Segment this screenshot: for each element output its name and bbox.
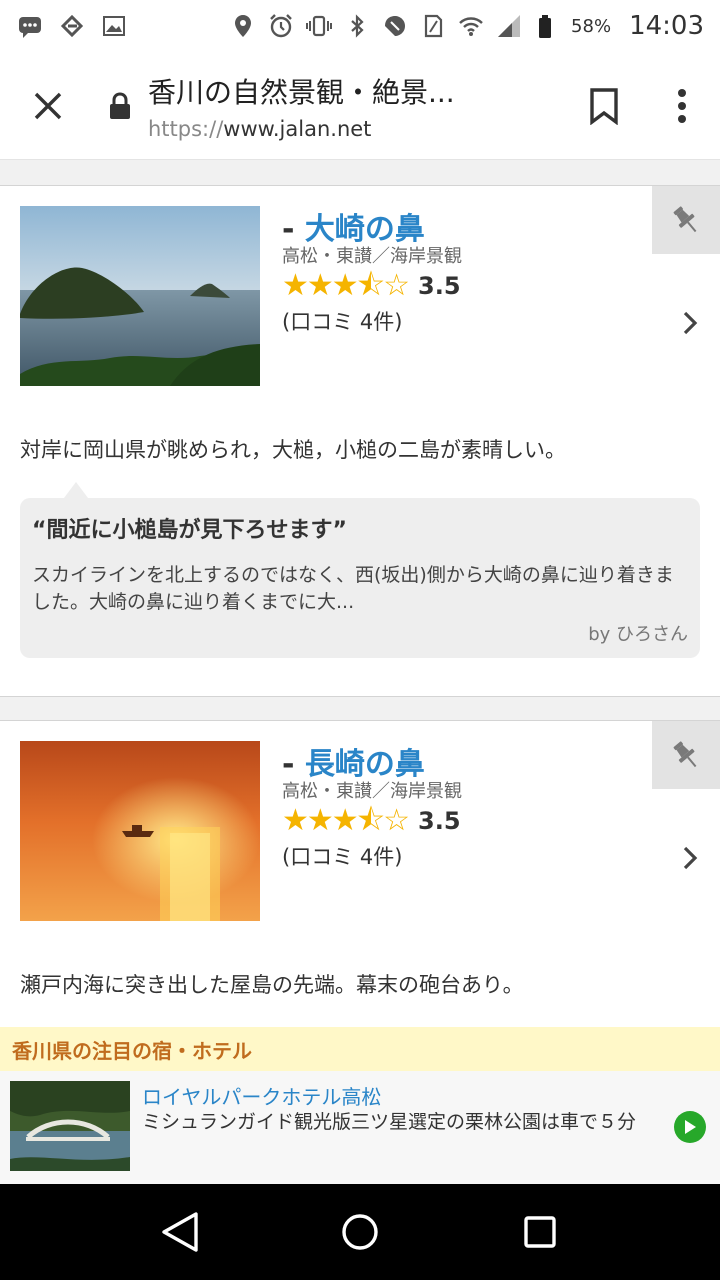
lock-icon[interactable] [92,91,148,121]
bluetooth-icon [343,12,371,40]
alarm-icon [267,12,295,40]
nfc-icon [381,12,409,40]
close-tab-button[interactable] [0,52,96,160]
close-icon [34,92,62,119]
bookmark-button[interactable] [564,52,644,160]
recents-button[interactable] [510,1202,570,1262]
rating: ★★★⯪☆ 3.5 [282,270,461,302]
spot-photo[interactable] [20,206,260,386]
spot-description: 瀬戸内海に突き出した屋島の先端。幕末の砲台あり。 [20,973,524,997]
chevron-right-icon[interactable] [678,308,702,338]
review-body: スカイラインを北上するのではなく、西(坂出)側から大崎の鼻に辿り着きました。大崎… [32,564,674,613]
play-arrow-icon[interactable] [674,1111,706,1143]
url-host: www.jalan.net [223,116,372,141]
rating: ★★★⯪☆ 3.5 [282,805,461,837]
spot-photo[interactable] [20,741,260,921]
back-triangle-icon [162,1212,198,1252]
battery-percent: 58% [571,15,612,37]
rating-score: 3.5 [418,807,461,835]
pushpin-icon [673,741,697,768]
pushpin-icon [673,206,697,233]
wifi-icon [457,12,485,40]
review-count-link[interactable]: (口コミ 4件) [282,841,402,871]
more-vertical-icon [678,88,686,123]
system-nav-bar [0,1184,720,1280]
speech-bubble-tail [64,482,88,498]
clock: 14:03 [629,11,704,41]
status-bar: 58% 14:03 [0,0,720,52]
hotel-name-link[interactable]: ロイヤルパークホテル高松 [142,1081,381,1110]
location-icon [229,12,257,40]
overflow-menu-button[interactable] [644,52,720,160]
review-author: by ひろさん [588,624,688,645]
bookmark-icon [590,87,618,125]
chevron-right-icon[interactable] [678,843,702,873]
sim-icon [419,12,447,40]
rating-score: 3.5 [418,272,461,300]
ad-header: 香川県の注目の宿・ホテル [0,1027,720,1071]
recents-square-icon [524,1216,556,1248]
page-url: https://www.jalan.net [148,117,564,141]
pin-button[interactable] [652,721,720,789]
signal-icon [495,12,523,40]
review-snippet[interactable]: “間近に小槌島が見下ろせます” スカイラインを北上するのではなく、西(坂出)側か… [20,482,700,658]
battery-icon [533,12,561,40]
vibrate-icon [305,12,333,40]
edge-icon [58,12,86,40]
hotel-ad-text: ミシュランガイド観光版三ツ星選定の栗林公園は車で５分 [142,1111,637,1133]
home-button[interactable] [330,1202,390,1262]
review-count-link[interactable]: (口コミ 4件) [282,306,402,336]
spot-area: 高松・東讃／海岸景観 [282,246,462,267]
url-scheme: https:// [148,116,224,141]
url-bar[interactable]: 香川の自然景観・絶景... https://www.jalan.net [148,71,564,141]
page-title: 香川の自然景観・絶景... [148,75,455,109]
star-rating-icon: ★★★⯪☆ [282,268,410,303]
hotel-ad[interactable]: ロイヤルパークホテル高松 ミシュランガイド観光版三ツ星選定の栗林公園は車で５分 [0,1071,720,1184]
image-icon [100,12,128,40]
ad-header-text: 香川県の注目の宿・ホテル [12,1038,252,1063]
spot-description: 対岸に岡山県が眺められ，大槌，小槌の二島が素晴しい。 [20,438,566,462]
spot-area: 高松・東讃／海岸景観 [282,781,462,802]
spot-card[interactable]: - 大崎の鼻 高松・東讃／海岸景観 ★★★⯪☆ 3.5 (口コミ 4件) 対岸に… [0,185,720,697]
review-title: “間近に小槌島が見下ろせます” [32,518,347,543]
browser-toolbar: 香川の自然景観・絶景... https://www.jalan.net [0,52,720,160]
back-button[interactable] [150,1202,210,1262]
hotel-photo[interactable] [10,1081,130,1171]
pin-button[interactable] [652,186,720,254]
star-rating-icon: ★★★⯪☆ [282,803,410,838]
chat-icon [16,12,44,40]
home-circle-icon [342,1214,378,1250]
